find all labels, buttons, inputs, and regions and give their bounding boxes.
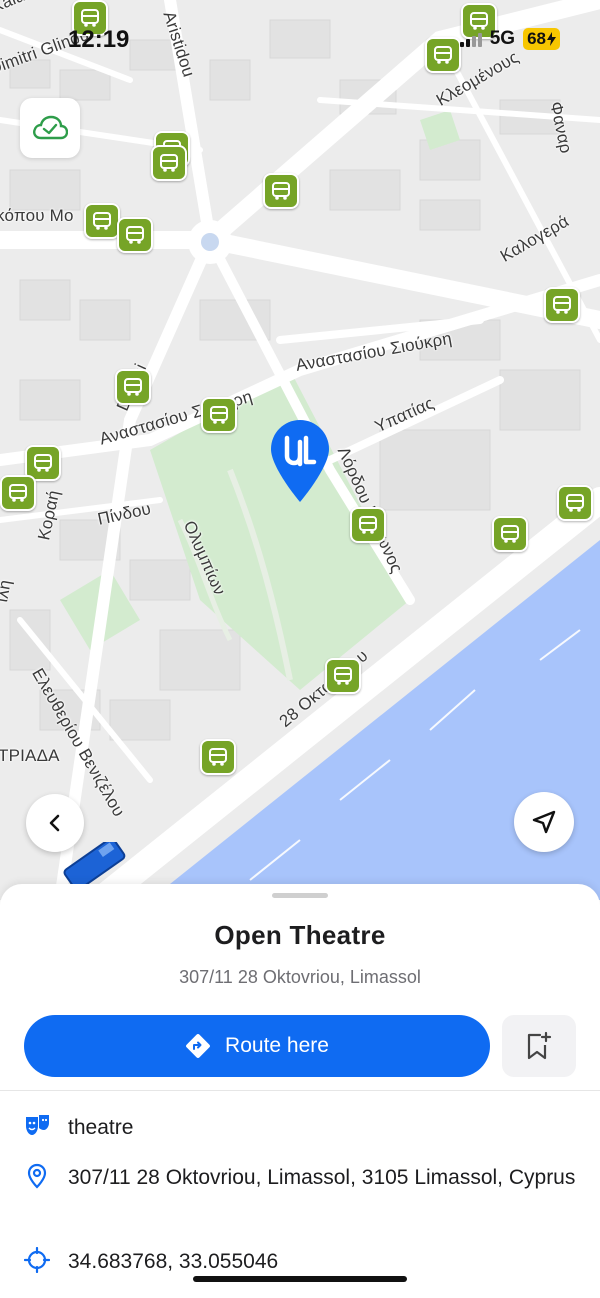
bus-stop-icon — [160, 154, 178, 172]
map-view[interactable]: Kalama Dimitri Glinou Aristidou Κλεομένο… — [0, 0, 600, 900]
bus-stop-marker[interactable] — [84, 203, 120, 239]
category-text: theatre — [68, 1116, 134, 1139]
category-row: theatre — [24, 1113, 588, 1142]
coordinates-row[interactable]: 34.683768, 33.055046 — [24, 1247, 588, 1276]
bus-stop-marker[interactable] — [492, 516, 528, 552]
divider — [0, 1090, 600, 1091]
bus-stop-marker[interactable] — [325, 658, 361, 694]
bus-stop-icon — [210, 406, 228, 424]
bus-stop-marker[interactable] — [200, 739, 236, 775]
coordinates-text: 34.683768, 33.055046 — [68, 1250, 279, 1273]
directions-icon — [186, 1034, 210, 1058]
bus-stop-icon — [34, 454, 52, 472]
address-row[interactable]: 307/11 28 Oktovriou, Limassol, 3105 Lima… — [24, 1163, 588, 1192]
bus-stop-marker[interactable] — [263, 173, 299, 209]
battery-level: 68 — [527, 29, 546, 48]
place-subtitle: 307/11 28 Oktovriou, Limassol — [179, 967, 421, 987]
bus-stop-icon — [9, 484, 27, 502]
bus-stop-marker[interactable] — [117, 217, 153, 253]
bus-stop-icon — [93, 212, 111, 230]
place-title: Open Theatre — [214, 920, 386, 950]
theatre-masks-icon — [24, 1113, 50, 1139]
sheet-drag-handle[interactable] — [272, 893, 328, 898]
route-here-button[interactable]: Route here — [24, 1015, 490, 1077]
bus-stop-icon — [126, 226, 144, 244]
street-label: ΤΡΙΑΔΑ — [0, 746, 60, 765]
signal-icon — [459, 31, 482, 47]
sync-button[interactable] — [20, 98, 80, 158]
bus-stop-icon — [501, 525, 519, 543]
cloud-check-icon — [33, 115, 68, 140]
status-time: 12:19 — [68, 26, 130, 53]
network-label: 5G — [489, 28, 516, 49]
back-button[interactable] — [26, 794, 84, 852]
place-details-sheet[interactable]: Open Theatre 307/11 28 Oktovriou, Limass… — [0, 884, 600, 1298]
route-here-label: Route here — [225, 1034, 329, 1057]
location-marker-icon — [24, 1163, 50, 1189]
bus-stop-icon — [434, 46, 452, 64]
my-location-button[interactable] — [514, 792, 574, 852]
bus-stop-marker[interactable] — [201, 397, 237, 433]
bus-stop-icon — [359, 516, 377, 534]
bus-stop-icon — [553, 296, 571, 314]
full-address-text: 307/11 28 Oktovriou, Limassol, 3105 Lima… — [68, 1166, 576, 1189]
location-pin-icon[interactable] — [269, 418, 331, 506]
save-place-button[interactable] — [502, 1015, 576, 1077]
bookmark-add-icon — [527, 1031, 552, 1060]
charging-icon — [547, 32, 556, 46]
status-indicators: 5G 68 — [459, 28, 560, 50]
bus-stop-marker[interactable] — [350, 507, 386, 543]
bus-stop-icon — [272, 182, 290, 200]
bus-stop-marker[interactable] — [544, 287, 580, 323]
bus-stop-icon — [209, 748, 227, 766]
bus-vehicle-icon — [63, 842, 126, 888]
bus-stop-icon — [566, 494, 584, 512]
bus-stop-marker[interactable] — [151, 145, 187, 181]
bus-stop-marker[interactable] — [425, 37, 461, 73]
navigation-arrow-icon — [532, 810, 556, 834]
bus-stop-icon — [334, 667, 352, 685]
bus-stop-marker[interactable] — [0, 475, 36, 511]
chevron-left-icon — [49, 814, 60, 832]
crosshair-icon — [24, 1247, 50, 1273]
bus-stop-marker[interactable] — [557, 485, 593, 521]
battery-icon: 68 — [523, 28, 560, 50]
bus-stop-marker[interactable] — [115, 369, 151, 405]
home-indicator[interactable] — [193, 1276, 407, 1282]
bus-stop-icon — [124, 378, 142, 396]
street-label: κόπου Μο — [0, 206, 74, 225]
